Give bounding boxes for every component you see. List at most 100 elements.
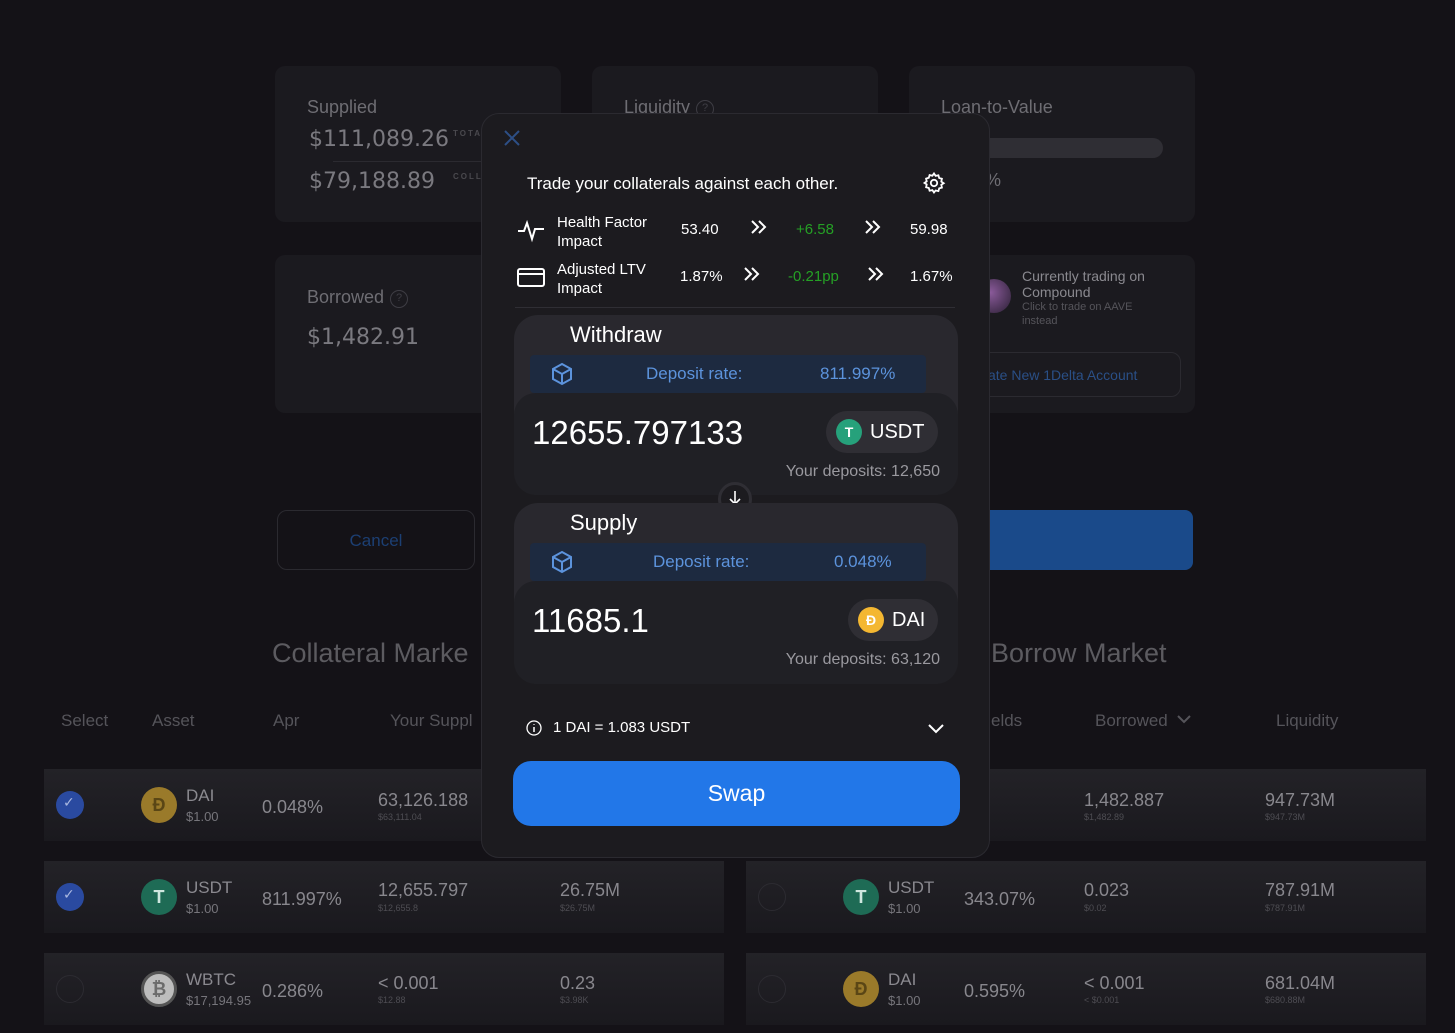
supply-panel: Supply Deposit rate: 0.048% 11685.1 Đ DA… xyxy=(514,503,958,684)
col-liquidity[interactable]: Liquidity xyxy=(1276,711,1338,731)
liquidity-usd: $26.75M xyxy=(560,903,596,913)
health-delta: +6.58 xyxy=(796,221,834,238)
supply-value: 63,126.188 xyxy=(378,790,469,810)
wbtc-coin-icon: ₿ xyxy=(141,971,177,1007)
withdraw-heading: Withdraw xyxy=(570,322,662,347)
health-factor-label-line1: Health Factor xyxy=(557,214,648,231)
info-icon[interactable] xyxy=(526,720,542,741)
double-chevron-right-icon xyxy=(748,217,768,241)
ltv-impact-label: Adjusted LTV Impact xyxy=(557,260,646,298)
liquidity-usd: $787.91M xyxy=(1265,903,1306,913)
apr-value: 0.286% xyxy=(262,981,324,1001)
supplied-label: Supplied xyxy=(307,97,378,117)
asset-price: $1.00 xyxy=(888,993,921,1008)
usdt-coin-icon: T xyxy=(843,879,879,915)
usdt-icon: T xyxy=(836,419,862,445)
supply-token-name: DAI xyxy=(892,609,926,631)
chevron-down-icon xyxy=(1176,715,1191,724)
col-asset: Asset xyxy=(152,711,195,730)
deposit-rate-label: Deposit rate: xyxy=(653,552,750,571)
liquidity-value: 947.73M xyxy=(1265,790,1336,810)
withdraw-amount-input[interactable]: 12655.797133 xyxy=(532,414,743,452)
withdraw-your-deposits: Your deposits: 12,650 xyxy=(785,463,940,480)
ltv-impact-label-line1: Adjusted LTV xyxy=(557,261,646,278)
trading-hint2[interactable]: instead xyxy=(1022,315,1057,327)
supplied-divider xyxy=(333,161,483,162)
asset-name: WBTC xyxy=(186,970,237,989)
supply-usd: $12.88 xyxy=(378,995,406,1005)
select-checkbox[interactable] xyxy=(56,883,84,911)
create-account-button[interactable]: ate New 1Delta Account xyxy=(959,352,1181,397)
supply-deposit-rate: Deposit rate: 0.048% xyxy=(530,543,926,581)
col-apr[interactable]: Apr xyxy=(273,711,299,731)
select-checkbox[interactable] xyxy=(56,791,84,819)
asset-name: USDT xyxy=(186,878,233,897)
dai-icon: Đ xyxy=(858,607,884,633)
liquidity-value: 0.23 xyxy=(560,973,596,993)
swap-collateral-modal: Trade your collaterals against each othe… xyxy=(481,113,990,858)
close-icon[interactable] xyxy=(502,128,522,153)
deposit-rate-value: 0.048% xyxy=(834,552,892,571)
supply-heading: Supply xyxy=(570,510,638,535)
asset-name: USDT xyxy=(888,878,935,897)
borrowed-value: 1,482.887 xyxy=(1084,790,1165,810)
apr-value: 343.07% xyxy=(964,889,1036,909)
ltv-impact: Adjusted LTV Impact 1.87% -0.21pp 1.67% xyxy=(517,260,957,298)
select-checkbox[interactable] xyxy=(56,975,84,1003)
withdraw-token-selector[interactable]: T USDT xyxy=(826,411,938,453)
liquidity-value: 26.75M xyxy=(560,880,621,900)
help-icon[interactable]: ? xyxy=(390,290,409,308)
dai-coin-icon: Đ xyxy=(141,787,177,823)
chevron-down-icon[interactable] xyxy=(926,720,946,741)
deposit-rate-label: Deposit rate: xyxy=(646,364,743,383)
asset-price: $1.00 xyxy=(888,901,921,916)
col-your-supply[interactable]: Your Suppl xyxy=(390,711,473,731)
col-borrowed[interactable]: Borrowed xyxy=(1095,711,1192,731)
apr-value: 0.048% xyxy=(262,797,324,817)
cube-icon xyxy=(550,550,574,579)
table-row[interactable]: ₿ WBTC $17,194.95 0.286% < 0.001 $12.88 … xyxy=(44,953,724,1025)
withdraw-deposit-rate: Deposit rate: 811.997% xyxy=(530,355,926,393)
cancel-button[interactable]: Cancel xyxy=(277,510,475,570)
usdt-coin-icon: T xyxy=(141,879,177,915)
gear-icon[interactable] xyxy=(922,171,946,200)
double-chevron-right-icon xyxy=(862,217,882,241)
table-row[interactable]: T USDT $1.00 811.997% 12,655.797 $12,655… xyxy=(44,861,724,933)
borrowed-value: < 0.001 xyxy=(1084,973,1145,993)
liquidity-usd: $947.73M xyxy=(1265,812,1306,822)
double-chevron-right-icon xyxy=(865,264,885,288)
trading-hint1[interactable]: Click to trade on AAVE xyxy=(1022,301,1132,313)
liquidity-value: 681.04M xyxy=(1265,973,1336,993)
trading-line1: Currently trading on xyxy=(1022,268,1145,284)
col-borrowed-label: Borrowed xyxy=(1095,711,1168,730)
table-row[interactable]: Đ DAI $1.00 0.595% < 0.001 < $0.001 681.… xyxy=(746,953,1426,1025)
borrowed-usd: $1,482.89 xyxy=(1084,812,1125,822)
asset-price: $1.00 xyxy=(186,809,219,824)
col-yields[interactable]: elds xyxy=(991,711,1022,731)
supply-your-deposits: Your deposits: 63,120 xyxy=(785,651,940,668)
supply-token-selector[interactable]: Đ DAI xyxy=(848,599,938,641)
asset-price: $1.00 xyxy=(186,901,219,916)
select-checkbox[interactable] xyxy=(758,975,786,1003)
supplied-collateral-tag: COLL xyxy=(453,172,483,181)
double-chevron-right-icon xyxy=(741,264,761,288)
borrowed-usd: < $0.001 xyxy=(1084,995,1120,1005)
borrowed-value: $1,482.91 xyxy=(307,325,419,350)
withdraw-token-name: USDT xyxy=(870,421,925,443)
supply-amount-input[interactable]: 11685.1 xyxy=(532,602,649,640)
col-select: Select xyxy=(61,711,109,730)
ltv-impact-label-line2: Impact xyxy=(557,280,603,297)
borrowed-label: Borrowed? xyxy=(307,287,409,308)
borrowed-label-text: Borrowed xyxy=(307,287,385,307)
asset-name: DAI xyxy=(186,786,215,805)
apr-value: 0.595% xyxy=(964,981,1026,1001)
table-row[interactable]: T USDT $1.00 343.07% 0.023 $0.02 787.91M… xyxy=(746,861,1426,933)
modal-title: Trade your collaterals against each othe… xyxy=(527,174,839,193)
confirm-button[interactable] xyxy=(960,510,1193,570)
cube-icon xyxy=(550,362,574,391)
health-factor-label: Health Factor Impact xyxy=(557,213,647,251)
apr-value: 811.997% xyxy=(262,889,342,909)
select-checkbox[interactable] xyxy=(758,883,786,911)
swap-button[interactable]: Swap xyxy=(513,761,960,826)
ltv-after: 1.67% xyxy=(910,268,953,285)
